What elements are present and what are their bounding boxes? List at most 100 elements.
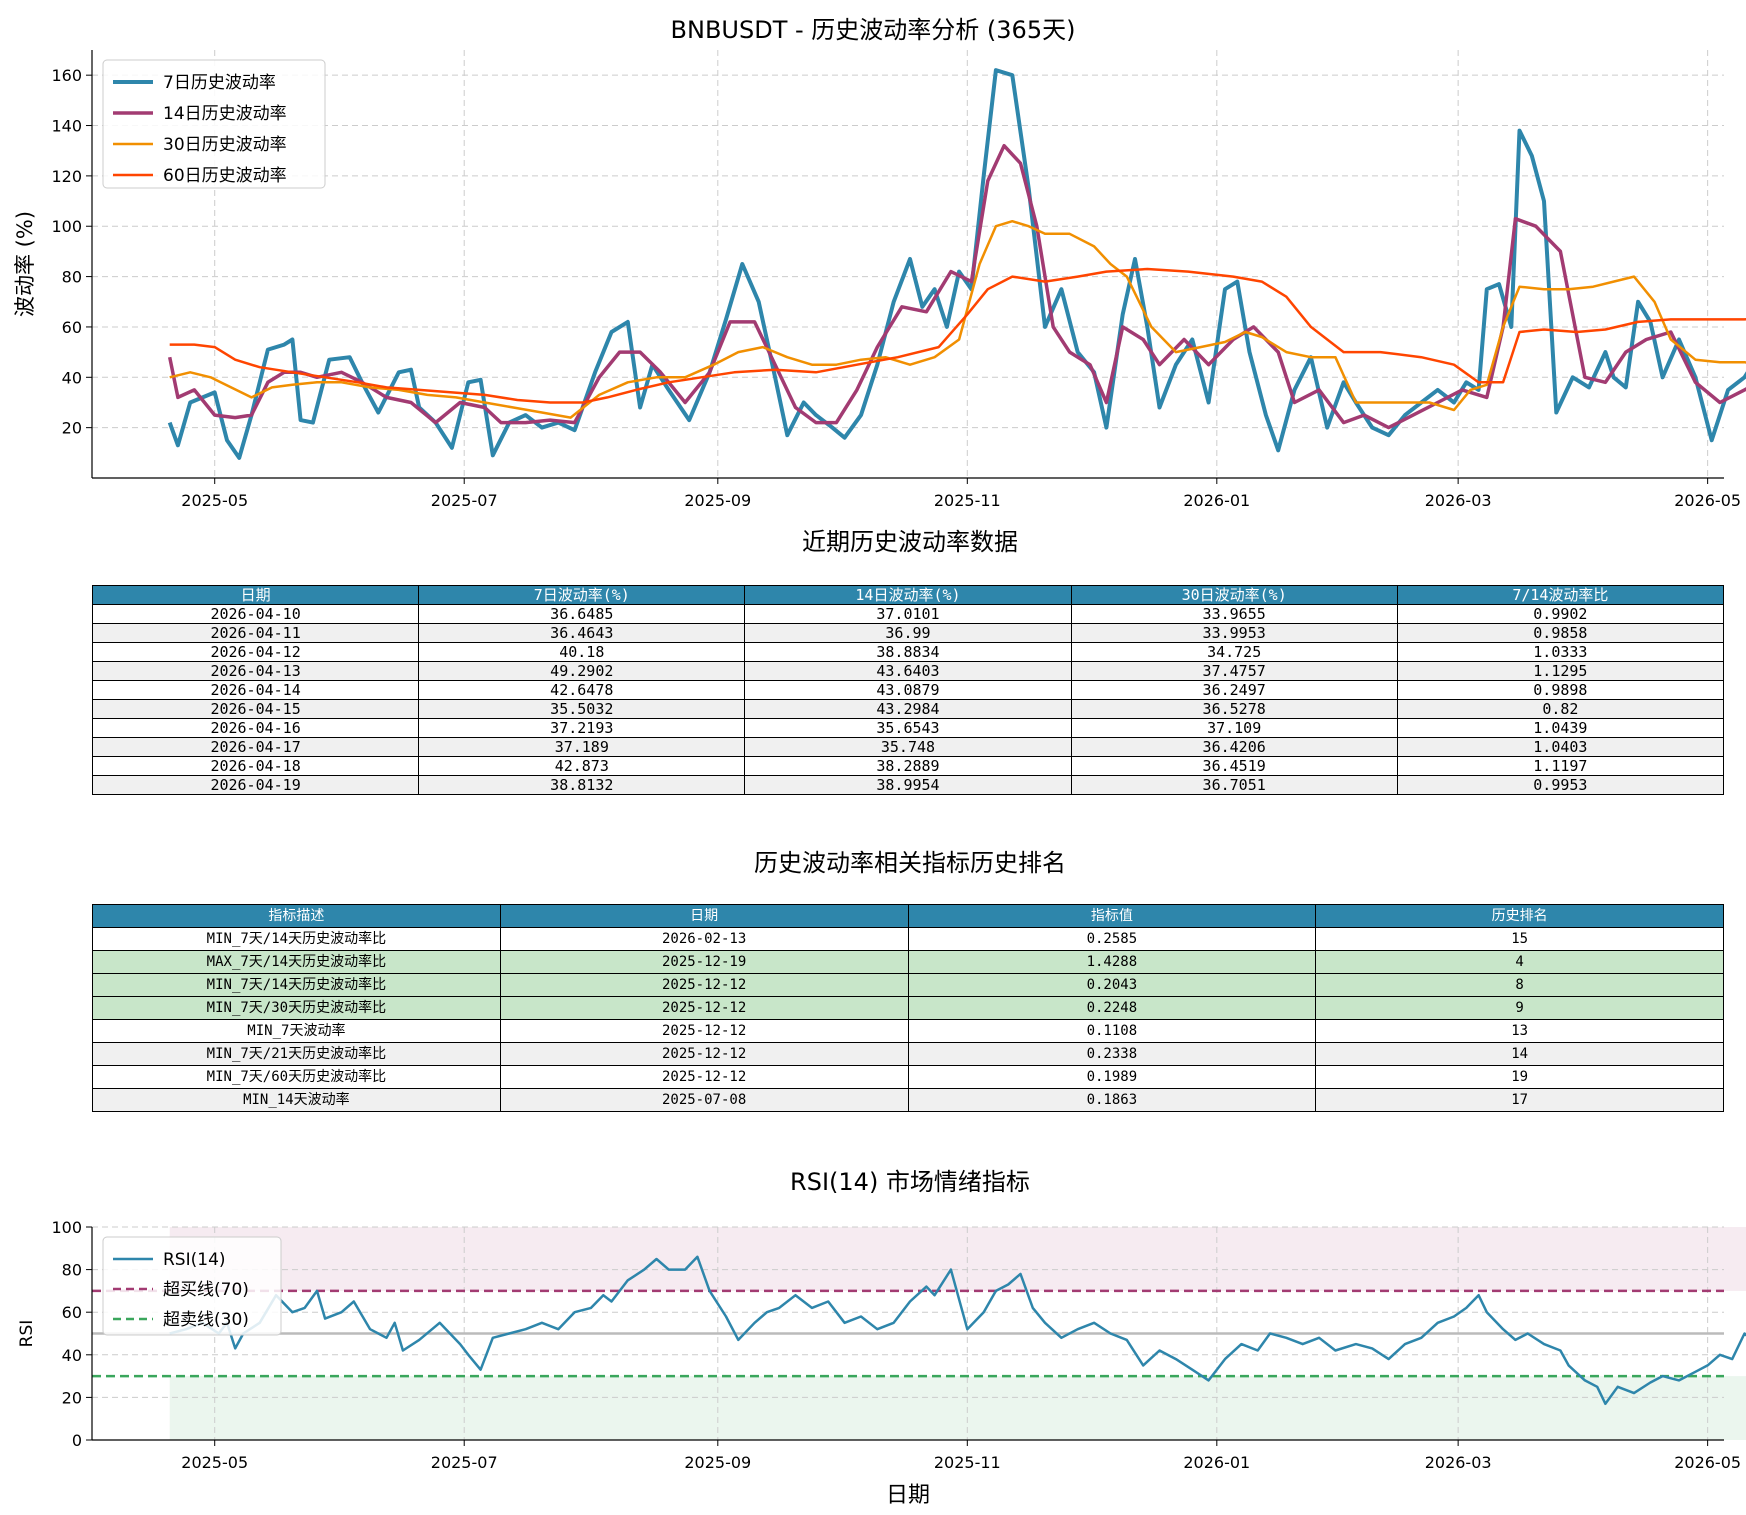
table-cell: 0.9858 [1396,623,1725,643]
table-cell: 36.4519 [1070,756,1398,776]
table-cell: 2026-04-17 [91,737,420,757]
table-cell: 1.0439 [1396,718,1725,738]
legend-label: 超买线(70) [163,1280,249,1300]
table-cell: 2026-04-18 [91,756,420,776]
table-cell: MIN_14天波动率 [92,1088,501,1112]
table-cell: 0.1863 [907,1088,1317,1112]
table-cell: 17 [1315,1088,1724,1112]
legend-label: 7日历史波动率 [163,73,276,93]
y-tick-label: 120 [51,167,82,186]
table-row: MIN_7天/14天历史波动率比 2025-12-12 0.2043 8 [92,973,1724,997]
table-cell: 2025-12-12 [499,1019,909,1043]
table-cell: 2026-04-12 [91,642,420,662]
table-header-row: 日期 7日波动率(%) 14日波动率(%) 30日波动率(%) 7/14波动率比 [91,585,1725,605]
y-axis-label: RSI [17,1320,37,1348]
x-tick-label: 2025-09 [684,491,751,510]
table-row: 2026-04-11 36.4643 36.99 33.9953 0.9858 [91,623,1725,643]
table-cell: 0.1108 [907,1019,1317,1043]
table-cell: 43.2984 [744,699,1072,719]
legend-label: RSI(14) [163,1250,226,1270]
table-cell: 36.7051 [1070,775,1398,795]
x-tick-label: 2025-11 [934,1453,1001,1472]
table-cell: MIN_7天波动率 [92,1019,501,1043]
table-cell: 37.0101 [744,604,1072,624]
table-row: 2026-04-16 37.2193 35.6543 37.109 1.0439 [91,718,1725,738]
table-cell: 38.9954 [744,775,1072,795]
table-cell: 15 [1315,927,1724,951]
table-row: 2026-04-15 35.5032 43.2984 36.5278 0.82 [91,699,1725,719]
table-header-row: 指标描述 日期 指标值 历史排名 [92,904,1724,928]
table-row: 2026-04-14 42.6478 43.0879 36.2497 0.9898 [91,680,1725,700]
table-cell: 36.4206 [1070,737,1398,757]
table-cell: 42.873 [418,756,746,776]
y-tick-label: 60 [62,318,82,337]
ranking-title: 历史波动率相关指标历史排名 [754,849,1066,877]
table-cell: 37.189 [418,737,746,757]
table-cell: 2025-12-12 [499,1065,909,1089]
table-cell: 2025-12-19 [499,950,909,974]
table-cell: 8 [1315,973,1724,997]
table-row: 2026-04-19 38.8132 38.9954 36.7051 0.9953 [91,775,1725,795]
legend-label: 30日历史波动率 [163,135,287,155]
table-cell: 0.9898 [1396,680,1725,700]
table-cell: 2025-12-12 [499,973,909,997]
table-row: 2026-04-12 40.18 38.8834 34.725 1.0333 [91,642,1725,662]
x-tick-label: 2025-09 [684,1453,751,1472]
table-cell: 0.9902 [1396,604,1725,624]
x-axis-label: 日期 [886,1483,930,1508]
table-cell: 2026-02-13 [499,927,909,951]
table-cell: MIN_7天/30天历史波动率比 [92,996,501,1020]
table-cell: 1.1295 [1396,661,1725,681]
x-tick-label: 2025-05 [181,1453,248,1472]
table-cell: 35.6543 [744,718,1072,738]
y-tick-label: 100 [51,1218,82,1237]
table-cell: 33.9953 [1070,623,1398,643]
table-cell: 0.9953 [1396,775,1725,795]
table-row: MAX_7天/14天历史波动率比 2025-12-19 1.4288 4 [92,950,1724,974]
y-tick-label: 160 [51,66,82,85]
table-cell: 2025-12-12 [499,996,909,1020]
table-cell: 38.2889 [744,756,1072,776]
table-cell: 14 [1315,1042,1724,1066]
table-cell: 38.8834 [744,642,1072,662]
y-tick-label: 80 [62,1261,82,1280]
table-cell: 0.1989 [907,1065,1317,1089]
legend-label: 超卖线(30) [163,1310,249,1330]
y-tick-label: 20 [62,419,82,438]
table-cell: 0.2043 [907,973,1317,997]
table-cell: 36.99 [744,623,1072,643]
y-tick-label: 20 [62,1388,82,1407]
table-cell: 37.4757 [1070,661,1398,681]
table-cell: 36.6485 [418,604,746,624]
rsi-chart-title: RSI(14) 市场情绪指标 [790,1168,1030,1196]
table-cell: 33.9655 [1070,604,1398,624]
y-tick-label: 40 [62,1346,82,1365]
table-row: MIN_7天/14天历史波动率比 2026-02-13 0.2585 15 [92,927,1724,951]
table-cell: 2026-04-11 [91,623,420,643]
table-cell: 0.2248 [907,996,1317,1020]
table-cell: MAX_7天/14天历史波动率比 [92,950,501,974]
table-cell: 0.2585 [907,927,1317,951]
table-cell: 35.5032 [418,699,746,719]
column-header: 14日波动率(%) [744,585,1072,605]
y-tick-label: 140 [51,117,82,136]
rsi-chart: 0 20 40 60 80 100 2025-05 2025-07 2025-09 2025-11… [17,1218,1746,1508]
volatility-chart: 20 40 60 80 100 120 140 160 2025-05 2025-07 2025-0… [13,50,1746,510]
table-cell: 49.2902 [418,661,746,681]
x-tick-label: 2025-11 [934,491,1001,510]
table-cell: 34.725 [1070,642,1398,662]
table-cell: 2025-07-08 [499,1088,909,1112]
table-cell: 40.18 [418,642,746,662]
y-tick-label: 0 [72,1431,82,1450]
table-cell: 36.4643 [418,623,746,643]
table-cell: 2026-04-13 [91,661,420,681]
table-row: 2026-04-18 42.873 38.2889 36.4519 1.1197 [91,756,1725,776]
table-cell: 35.748 [744,737,1072,757]
table-row: 2026-04-13 49.2902 43.6403 37.4757 1.1295 [91,661,1725,681]
table-row: 2026-04-10 36.6485 37.0101 33.9655 0.9902 [91,604,1725,624]
series-line-4 [169,267,1746,404]
oversold-zone [169,1376,1746,1440]
column-header: 7/14波动率比 [1396,585,1725,605]
table-cell: MIN_7天/14天历史波动率比 [92,927,501,951]
x-tick-label: 2026-03 [1425,1453,1492,1472]
